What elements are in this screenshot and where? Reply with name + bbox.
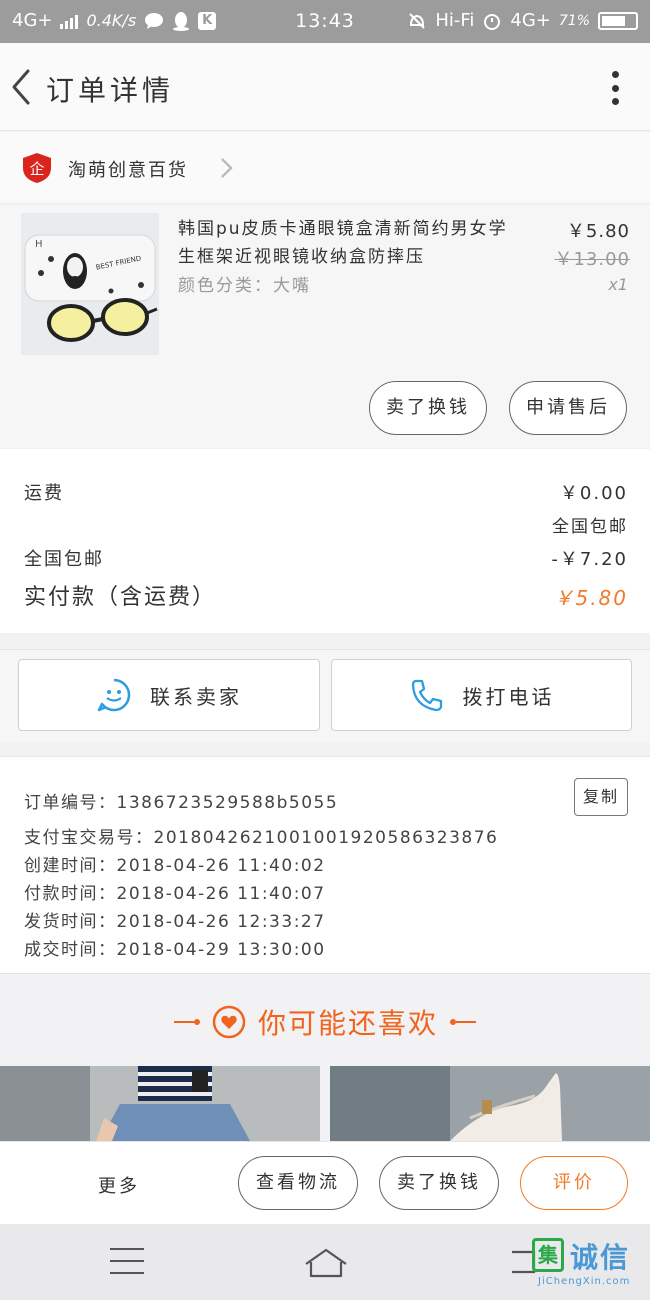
product-price: ￥5.80 [566,221,630,242]
alipay-trade-number: 支付宝交易号：2018042621001001920586323876 [24,828,499,848]
mute-icon [409,12,426,29]
fee-summary: 运费 ￥0.00 全国包邮 全国包邮 -￥7.20 实付款（含运费） ￥5.80 [0,449,650,633]
divider-right [450,1019,476,1025]
paid-time: 付款时间：2018-04-26 11:40:07 [24,884,326,904]
completed-time: 成交时间：2018-04-29 13:30:00 [24,940,326,960]
review-button[interactable]: 评价 [520,1156,628,1210]
svg-text:企: 企 [29,160,44,178]
product-original-price: ￥13.00 [554,249,630,270]
recommend-item-image[interactable] [0,1066,320,1141]
heart-icon [212,1005,246,1039]
bottom-action-bar: 更多 查看物流 卖了换钱 评价 [0,1141,650,1224]
menu-icon[interactable] [110,1248,144,1274]
contact-row: 联系卖家 拨打电话 [0,649,650,741]
chevron-right-icon [221,158,233,178]
total-value: ￥5.80 [553,586,628,610]
shipping-note: 全国包邮 [552,517,628,537]
sell-exchange-button[interactable]: 卖了换钱 [369,381,487,435]
shipped-time: 发货时间：2018-04-26 12:33:27 [24,912,326,932]
system-nav-bar: 集 诚信 JiChengXin.com [0,1224,650,1300]
network2-label: 4G+ [510,10,551,31]
svg-text:H: H [35,239,43,250]
battery-percent: 71% [558,12,590,29]
chat-bubble-icon [97,678,131,712]
recommend-item-image[interactable] [330,1066,650,1141]
recommend-header: 你可能还喜欢 [0,1002,650,1042]
status-bar: 4G+ 0.4K/s K 13:43 Hi-Fi 4G+ 71% [0,0,650,43]
sell-exchange-bottom-button[interactable]: 卖了换钱 [379,1156,499,1210]
product-name[interactable]: 韩国pu皮质卡通眼镜盒清新简约男女学生框架近视眼镜收纳盒防摔压 [178,215,508,271]
shop-name[interactable]: 淘萌创意百货 [68,156,188,182]
recommend-photo-right [330,1066,650,1141]
order-number: 订单编号：1386723529588b5055 [24,793,339,813]
battery-icon [598,11,638,30]
phone-icon [411,679,442,712]
recommend-section: 你可能还喜欢 [0,975,650,1065]
discount-label: 全国包邮 [24,549,104,570]
more-link[interactable]: 更多 [98,1172,140,1198]
shipping-value: ￥0.00 [559,483,628,504]
after-sale-button[interactable]: 申请售后 [509,381,627,435]
page-title: 订单详情 [46,74,175,107]
contact-seller-label: 联系卖家 [150,684,242,709]
product-spec: 颜色分类：大嘴 [178,276,311,296]
divider-left [173,1019,200,1025]
recommend-title: 你可能还喜欢 [257,1007,438,1040]
watermark-text: 诚信 [570,1241,631,1274]
shipping-label: 运费 [24,483,64,504]
product-card: H BEST FRIEND 韩国pu皮质卡通眼镜盒清新简约男女学生框架近视眼镜收… [0,205,650,448]
watermark-box: 集 [532,1238,564,1272]
product-image[interactable]: H BEST FRIEND [21,213,159,355]
call-phone-button[interactable]: 拨打电话 [331,659,632,731]
view-logistics-button[interactable]: 查看物流 [238,1156,358,1210]
order-info: 订单编号：1386723529588b5055 复制 支付宝交易号：201804… [0,756,650,974]
total-label: 实付款（含运费） [24,585,217,610]
created-time: 创建时间：2018-04-26 11:40:02 [24,856,326,876]
recommend-photo-left [0,1066,320,1141]
app-header: 订单详情 [0,43,650,131]
watermark-logo: 集 诚信 JiChengXin.com [532,1238,650,1292]
alarm-icon [484,13,501,30]
product-quantity: x1 [608,275,628,294]
call-phone-label: 拨打电话 [462,684,555,709]
shop-row[interactable]: 企 淘萌创意百货 [0,132,650,204]
discount-value: -￥7.20 [551,549,628,570]
wifi-label: Hi-Fi [435,10,475,31]
more-vertical-icon[interactable] [610,71,620,105]
copy-button[interactable]: 复制 [574,778,628,816]
shop-badge-icon: 企 [23,153,51,183]
home-icon[interactable] [303,1244,349,1282]
chevron-left-icon[interactable] [6,67,36,107]
status-right: Hi-Fi 4G+ 71% [407,10,638,31]
watermark-url: JiChengXin.com [538,1276,631,1287]
contact-seller-button[interactable]: 联系卖家 [18,659,320,731]
